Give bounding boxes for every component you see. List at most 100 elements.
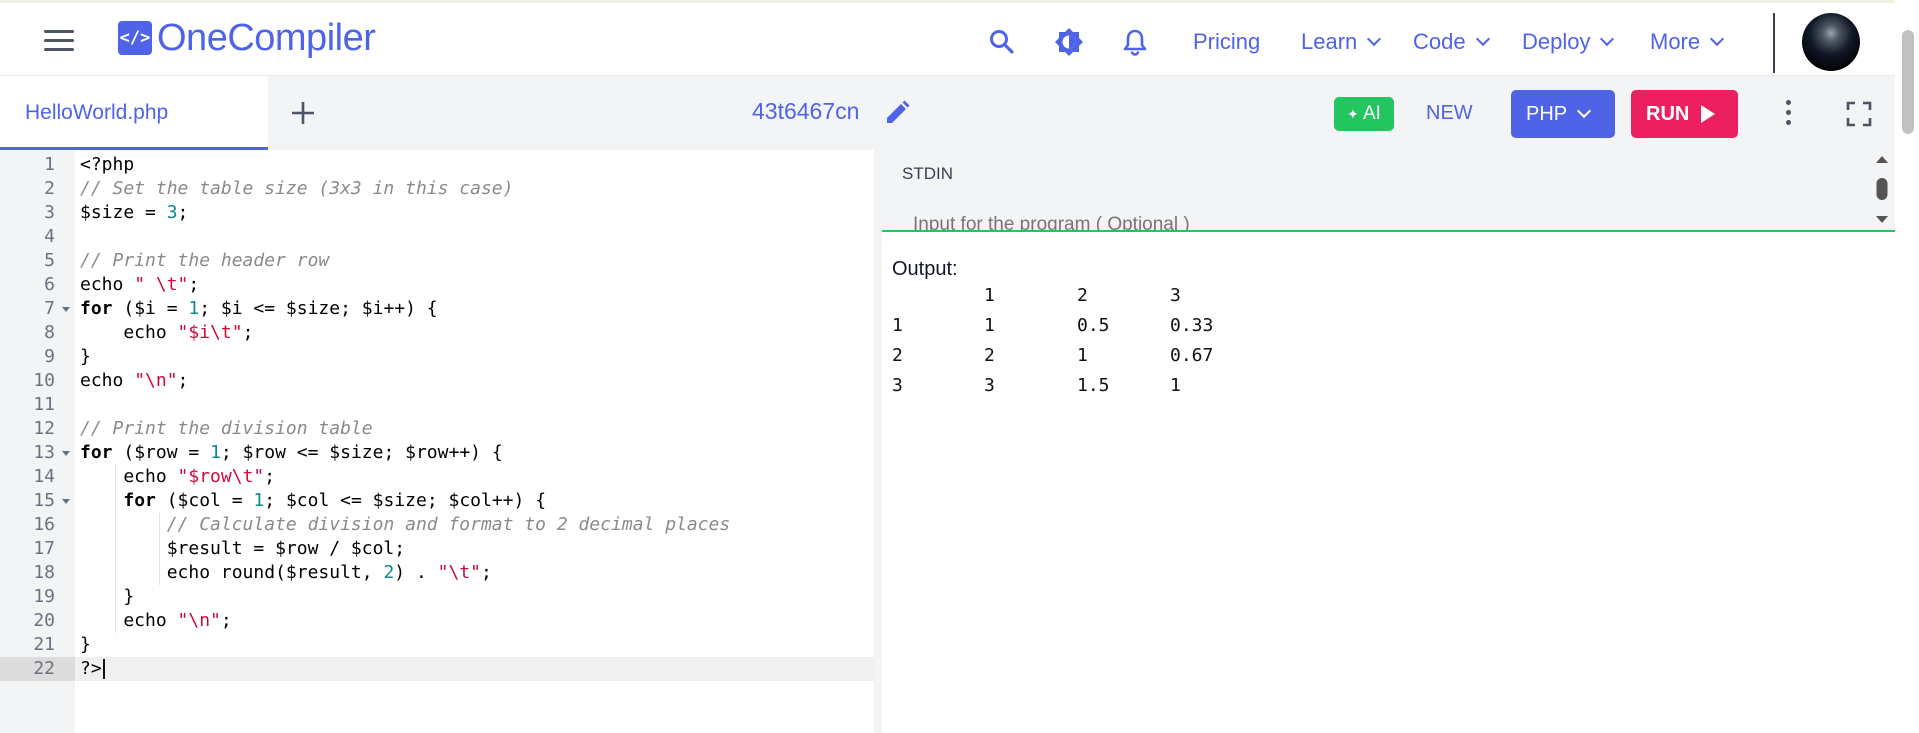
text-cursor	[102, 659, 105, 679]
notification-bell-icon[interactable]	[1120, 27, 1150, 57]
code-line[interactable]: 16 // Calculate division and format to 2…	[0, 513, 874, 537]
chevron-down-icon	[1367, 31, 1382, 47]
line-number: 1	[44, 154, 55, 175]
code-editor[interactable]: 1 <?php 2 // Set the table size (3x3 in thi…	[0, 150, 874, 733]
code-text: for ($row = 1; $row <= $size; $row++) {	[80, 442, 503, 463]
code-line[interactable]: 11	[0, 393, 874, 417]
output-cell: 1.5	[1077, 375, 1110, 396]
indent-guide	[158, 513, 160, 585]
line-number: 3	[44, 202, 55, 223]
code-text: <?php	[80, 154, 135, 175]
code-line[interactable]: 5 // Print the header row	[0, 249, 874, 273]
code-line[interactable]: 21}	[0, 633, 874, 657]
file-tab-helloworld[interactable]: HelloWorld.php	[0, 76, 268, 150]
stdin-scrollbar[interactable]	[1875, 154, 1889, 228]
chevron-down-icon	[1600, 31, 1615, 47]
line-number: 17	[33, 538, 55, 559]
editor-toolbar: HelloWorld.php 43t6467cn ✦ AI NEW PHP RU…	[0, 76, 1895, 150]
code-line[interactable]: 14 echo "$row\t";	[0, 465, 874, 489]
header-divider	[1773, 13, 1775, 73]
fullscreen-icon[interactable]	[1846, 101, 1872, 127]
new-button[interactable]: NEW	[1426, 102, 1473, 125]
fold-arrow-icon[interactable]	[62, 307, 70, 312]
add-file-icon[interactable]	[288, 98, 318, 128]
output-line: 1 1 0.5 0.33	[892, 315, 1492, 345]
code-line[interactable]: 19 }	[0, 585, 874, 609]
search-icon[interactable]	[987, 27, 1017, 57]
more-options-icon[interactable]	[1778, 100, 1798, 130]
pane-splitter[interactable]	[874, 150, 882, 733]
nav-more[interactable]: More	[1650, 29, 1725, 55]
nav-deploy[interactable]: Deploy	[1522, 29, 1615, 55]
code-line[interactable]: 15 for ($col = 1; $col <= $size; $col++)…	[0, 489, 874, 513]
line-number: 11	[33, 394, 55, 415]
logo-icon[interactable]: </>	[118, 21, 152, 55]
code-line[interactable]: 10 echo "\n";	[0, 369, 874, 393]
code-text: $result = $row / $col;	[80, 538, 406, 559]
code-text: echo "\n";	[80, 370, 189, 391]
code-text: for ($col = 1; $col <= $size; $col++) {	[123, 490, 547, 511]
code-text: echo " \t";	[80, 274, 200, 295]
line-number: 10	[33, 370, 55, 391]
code-line[interactable]: 8 echo "$i\t";	[0, 321, 874, 345]
code-line[interactable]: 2 // Set the table size (3x3 in this case…	[0, 177, 874, 201]
code-line[interactable]: 12 // Print the division table	[0, 417, 874, 441]
output-cell: 1	[1170, 375, 1181, 396]
output-cell: 2	[1077, 285, 1088, 306]
code-text: echo "\n";	[80, 610, 232, 631]
code-line[interactable]: 4	[0, 225, 874, 249]
code-text: echo round($result, 2) . "\t";	[80, 562, 492, 583]
nav-code[interactable]: Code	[1413, 29, 1490, 55]
code-line[interactable]: 9}	[0, 345, 874, 369]
line-number: 21	[33, 634, 55, 655]
code-text: // Calculate division and format to 2 de…	[166, 514, 731, 535]
menu-icon[interactable]	[44, 30, 74, 52]
fold-arrow-icon[interactable]	[62, 499, 70, 504]
code-line[interactable]: 13 for ($row = 1; $row <= $size; $row++) …	[0, 441, 874, 465]
nav-pricing[interactable]: Pricing	[1193, 29, 1260, 55]
code-text: // Print the header row	[80, 250, 330, 271]
run-button[interactable]: RUN	[1631, 90, 1738, 138]
line-number: 12	[33, 418, 55, 439]
page-scrollbar[interactable]	[1895, 0, 1919, 733]
ai-button[interactable]: ✦ AI	[1334, 97, 1394, 131]
output-cell: 1	[984, 315, 995, 336]
stdin-panel: STDIN	[882, 150, 1895, 232]
code-line[interactable]: 6 echo " \t";	[0, 273, 874, 297]
code-text: // Print the division table	[80, 418, 373, 439]
code-line[interactable]: 20 echo "\n";	[0, 609, 874, 633]
line-number: 22	[0, 657, 75, 681]
output-cell: 0.5	[1077, 315, 1110, 336]
line-number: 16	[33, 514, 55, 535]
code-line[interactable]: 18 echo round($result, 2) . "\t";	[0, 561, 874, 585]
code-text: for ($i = 1; $i <= $size; $i++) {	[80, 298, 438, 319]
code-line[interactable]: 17 $result = $row / $col;	[0, 537, 874, 561]
code-line[interactable]: 7 for ($i = 1; $i <= $size; $i++) {	[0, 297, 874, 321]
language-select[interactable]: PHP	[1511, 90, 1615, 138]
output-cell: 1	[892, 315, 903, 336]
fold-arrow-icon[interactable]	[62, 451, 70, 456]
output-label: Output:	[892, 258, 958, 280]
logo-text[interactable]: OneCompiler	[157, 17, 376, 59]
line-number: 14	[33, 466, 55, 487]
output-cell: 2	[892, 345, 903, 366]
line-number: 6	[44, 274, 55, 295]
theme-toggle-icon[interactable]	[1054, 27, 1084, 57]
code-line[interactable]: 1 <?php	[0, 153, 874, 177]
code-text: }	[80, 634, 91, 655]
indent-guide	[115, 465, 117, 633]
line-number: 20	[33, 610, 55, 631]
output-cell: 2	[984, 345, 995, 366]
stdin-input[interactable]	[913, 214, 1813, 230]
code-line[interactable]: 22 ?>	[0, 657, 874, 681]
scrollbar-thumb[interactable]	[1902, 30, 1914, 134]
code-line[interactable]: 3 $size = 3;	[0, 201, 874, 225]
chevron-down-icon	[1577, 103, 1592, 119]
code-text: }	[80, 586, 135, 607]
snippet-title[interactable]: 43t6467cn	[752, 98, 859, 125]
nav-learn[interactable]: Learn	[1301, 29, 1382, 55]
pencil-icon[interactable]	[882, 98, 912, 128]
output-line: 2 2 1 0.67	[892, 345, 1492, 375]
output-cell: 3	[892, 375, 903, 396]
user-avatar[interactable]	[1802, 13, 1860, 71]
